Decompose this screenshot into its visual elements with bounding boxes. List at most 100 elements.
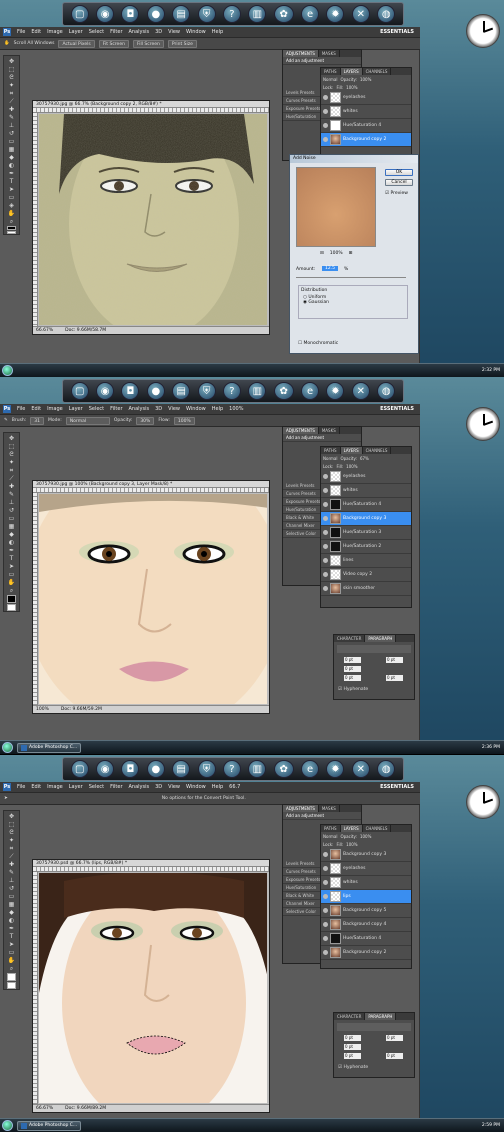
indent-right-field[interactable]: 0 pt bbox=[386, 1035, 403, 1041]
tab-layers[interactable]: LAYERS bbox=[340, 825, 363, 832]
history-tool-icon[interactable]: ↺ bbox=[5, 507, 18, 514]
dock-icon-film[interactable]: ▤ bbox=[172, 382, 191, 400]
layer-row[interactable]: eyelashes bbox=[321, 470, 411, 484]
layer-row[interactable]: Hue/Saturation 4 bbox=[321, 932, 411, 946]
menu-filter[interactable]: Filter bbox=[110, 784, 122, 790]
dock-icon-firefox[interactable]: ◍ bbox=[377, 760, 396, 778]
menu-edit[interactable]: Edit bbox=[31, 784, 41, 790]
indent-right-field[interactable]: 0 pt bbox=[386, 657, 403, 663]
lasso-tool-icon[interactable]: ᘓ bbox=[5, 451, 18, 458]
layer-row[interactable]: Hue/Saturation 4 bbox=[321, 119, 411, 133]
opacity-value[interactable]: 100% bbox=[360, 834, 371, 839]
layer-row[interactable]: Video copy 2 bbox=[321, 568, 411, 582]
zoom-tool-icon[interactable]: ⌕ bbox=[5, 965, 18, 972]
doc-size-info[interactable]: Doc: 9.66M/59.2M bbox=[61, 706, 102, 713]
dock-icon-firefox[interactable]: ◍ bbox=[377, 382, 396, 400]
ok-button[interactable]: OK bbox=[385, 169, 413, 176]
shape-tool-icon[interactable]: ▭ bbox=[5, 571, 18, 578]
dock-icon-shield[interactable]: ⛨ bbox=[197, 5, 216, 23]
blend-mode-select[interactable]: Normal bbox=[323, 456, 337, 461]
menu-image[interactable]: Image bbox=[47, 29, 63, 35]
menu-help[interactable]: Help bbox=[212, 406, 223, 412]
menu-analysis[interactable]: Analysis bbox=[129, 29, 150, 35]
background-color-swatch[interactable] bbox=[7, 603, 16, 611]
shape-tool-icon[interactable]: ▭ bbox=[5, 949, 18, 956]
menu-analysis[interactable]: Analysis bbox=[129, 784, 150, 790]
eye-icon[interactable] bbox=[323, 950, 328, 955]
taskbar-clock[interactable]: 2:36 PM bbox=[482, 745, 500, 750]
preview-checkbox[interactable]: ☑ Preview bbox=[385, 191, 408, 196]
heal-tool-icon[interactable]: ✚ bbox=[5, 861, 18, 868]
fill-value[interactable]: 100% bbox=[346, 464, 357, 469]
menu-edit[interactable]: Edit bbox=[31, 406, 41, 412]
flow-input[interactable]: 100% bbox=[173, 416, 195, 425]
dodge-tool-icon[interactable]: ◐ bbox=[5, 539, 18, 546]
menu-image[interactable]: Image bbox=[47, 406, 63, 412]
eye-icon[interactable] bbox=[323, 936, 328, 941]
tab-character[interactable]: CHARACTER bbox=[334, 635, 366, 642]
menu-help[interactable]: Help bbox=[212, 784, 223, 790]
indent-first-field[interactable]: 0 pt bbox=[344, 1044, 361, 1050]
dock-icon-ie[interactable]: e bbox=[301, 5, 320, 23]
tab-channels[interactable]: CHANNELS bbox=[363, 447, 392, 454]
alignment-buttons[interactable] bbox=[337, 1023, 411, 1031]
layer-row[interactable]: Background copy 4 bbox=[321, 918, 411, 932]
layer-row[interactable]: Background copy 2 bbox=[321, 946, 411, 960]
canvas-image[interactable] bbox=[39, 114, 267, 325]
fill-screen-button[interactable]: Fill Screen bbox=[132, 39, 164, 48]
taskbar-photoshop-button[interactable]: Adobe Photoshop C... bbox=[17, 742, 82, 753]
opacity-value[interactable]: 67% bbox=[360, 456, 369, 461]
fit-screen-button[interactable]: Fit Screen bbox=[98, 39, 129, 48]
move-tool-icon[interactable]: ✥ bbox=[5, 58, 18, 65]
gaussian-radio[interactable]: ◉ Gaussian bbox=[299, 300, 407, 305]
doc-size-info[interactable]: Doc: 9.66M/58.7M bbox=[65, 327, 106, 334]
dock-icon-globe[interactable]: ◉ bbox=[96, 5, 115, 23]
brush-size[interactable]: 31 bbox=[30, 416, 45, 425]
opacity-value[interactable]: 100% bbox=[360, 77, 371, 82]
taskbar-clock[interactable]: 2:32 PM bbox=[482, 368, 500, 373]
dock-icon-help[interactable]: ? bbox=[222, 5, 241, 23]
tab-paths[interactable]: PATHS bbox=[321, 447, 341, 454]
layer-row[interactable]: Hue/Saturation 4 bbox=[321, 498, 411, 512]
dock-icon-camera[interactable]: ◘ bbox=[121, 760, 140, 778]
lasso-tool-icon[interactable]: ᘓ bbox=[5, 74, 18, 81]
zoom-level[interactable]: 66.67% bbox=[36, 1105, 53, 1112]
tab-masks[interactable]: MASKS bbox=[319, 427, 340, 434]
tab-paths[interactable]: PATHS bbox=[321, 825, 341, 832]
tab-masks[interactable]: MASKS bbox=[319, 50, 340, 57]
heal-tool-icon[interactable]: ✚ bbox=[5, 106, 18, 113]
menu-select[interactable]: Select bbox=[89, 406, 104, 412]
zoom-level[interactable]: 66.67% bbox=[36, 327, 53, 334]
path-select-tool-icon[interactable]: ➤ bbox=[5, 941, 18, 948]
menu-layer[interactable]: Layer bbox=[69, 784, 83, 790]
fill-value[interactable]: 100% bbox=[346, 842, 357, 847]
eye-icon[interactable] bbox=[323, 586, 328, 591]
eyedropper-tool-icon[interactable]: ⟋ bbox=[5, 475, 18, 482]
dock-icon-trash[interactable]: ▥ bbox=[248, 5, 267, 23]
path-select-tool-icon[interactable]: ➤ bbox=[5, 563, 18, 570]
eye-icon[interactable] bbox=[323, 516, 328, 521]
tab-paragraph[interactable]: PARAGRAPH bbox=[365, 1013, 397, 1020]
tab-character[interactable]: CHARACTER bbox=[334, 1013, 366, 1020]
dock-icon-camera[interactable]: ◘ bbox=[121, 5, 140, 23]
layer-row[interactable]: Background copy 2 bbox=[321, 133, 411, 147]
doc-size-info[interactable]: Doc: 9.66M/89.2M bbox=[65, 1105, 106, 1112]
dock-icon-trash[interactable]: ▥ bbox=[248, 760, 267, 778]
layer-row[interactable]: whites bbox=[321, 105, 411, 119]
brush-tool-icon[interactable]: ✎ bbox=[5, 491, 18, 498]
dock-icon-globe[interactable]: ◉ bbox=[96, 760, 115, 778]
layer-row[interactable]: whites bbox=[321, 484, 411, 498]
layer-row[interactable]: lines bbox=[321, 554, 411, 568]
layer-row[interactable]: Background copy 5 bbox=[321, 904, 411, 918]
menu-window[interactable]: Window bbox=[186, 406, 206, 412]
marquee-tool-icon[interactable]: ⬚ bbox=[5, 821, 18, 828]
blend-mode-select[interactable]: Normal bbox=[323, 77, 337, 82]
eye-icon[interactable] bbox=[323, 894, 328, 899]
dodge-tool-icon[interactable]: ◐ bbox=[5, 917, 18, 924]
zoom-menu[interactable]: 66.7 bbox=[229, 784, 240, 790]
menu-help[interactable]: Help bbox=[212, 29, 223, 35]
fill-value[interactable]: 100% bbox=[346, 85, 357, 90]
document-title[interactable]: 30757930.jpg @ 100% (Background copy 3, … bbox=[33, 481, 269, 488]
eye-icon[interactable] bbox=[323, 95, 328, 100]
menu-analysis[interactable]: Analysis bbox=[129, 406, 150, 412]
